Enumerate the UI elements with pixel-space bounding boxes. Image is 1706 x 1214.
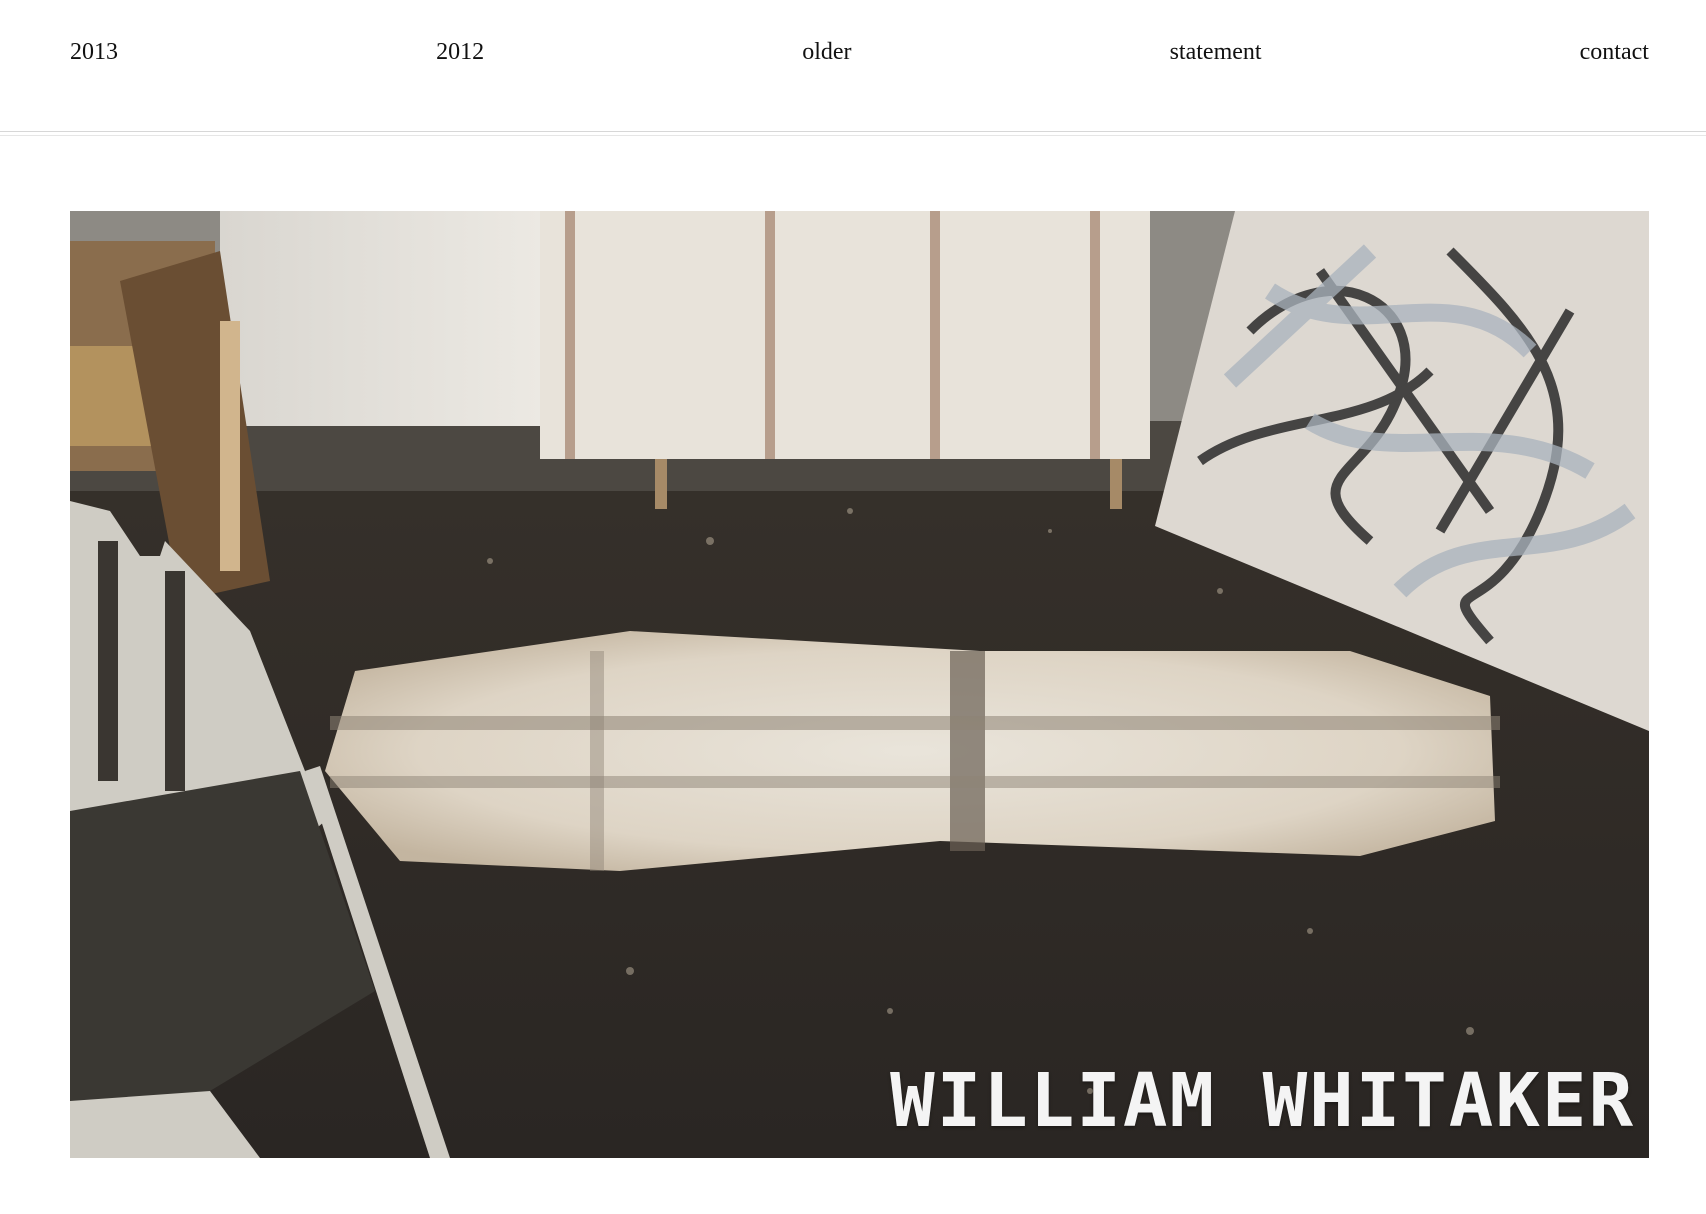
- nav-link-older[interactable]: older: [802, 39, 851, 66]
- top-nav: 2013 2012 older statement contact: [70, 30, 1649, 74]
- nav-link-2012[interactable]: 2012: [436, 39, 484, 66]
- header-divider: [0, 131, 1706, 136]
- site-title: WILLIAM WHITAKER: [890, 1058, 1635, 1144]
- studio-photo: [70, 211, 1649, 1158]
- hero-image: WILLIAM WHITAKER: [70, 211, 1649, 1158]
- nav-link-2013[interactable]: 2013: [70, 39, 118, 66]
- nav-link-contact[interactable]: contact: [1580, 39, 1649, 66]
- nav-link-statement[interactable]: statement: [1170, 39, 1262, 66]
